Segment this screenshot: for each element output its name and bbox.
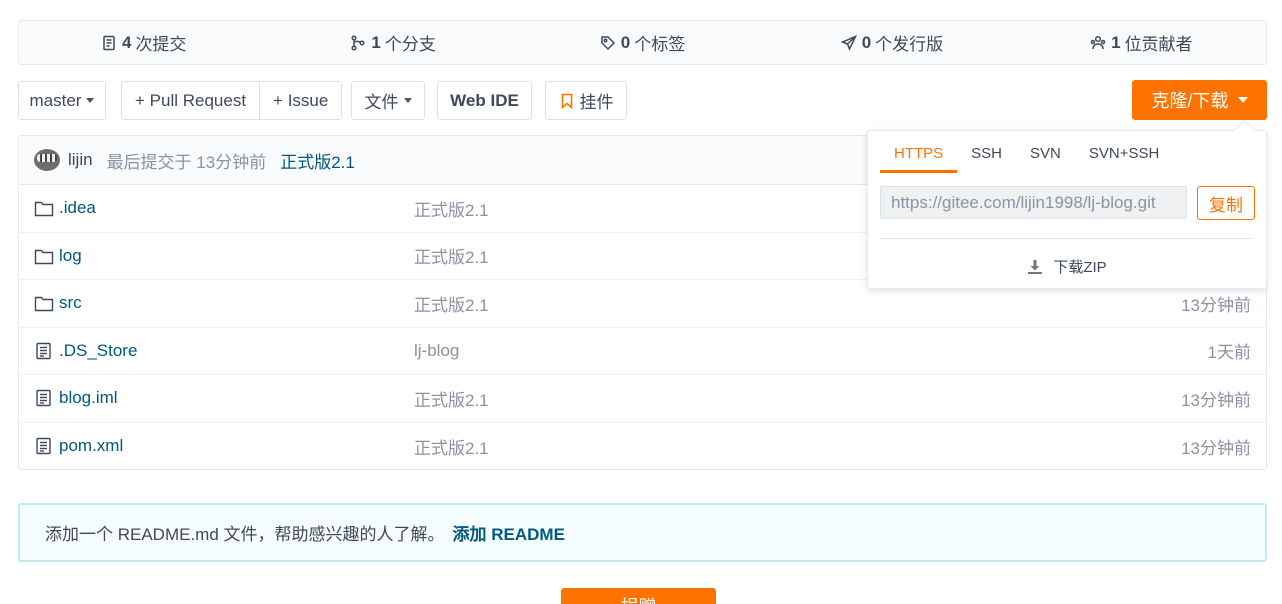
file-icon	[36, 438, 51, 455]
download-icon	[1028, 259, 1043, 274]
file-link[interactable]: src	[34, 293, 82, 313]
stat-tags-count: 0	[620, 32, 631, 52]
file-commit-message[interactable]: 正式版2.1	[414, 243, 489, 268]
commit-time: 最后提交于 13分钟前	[106, 152, 267, 172]
file-name-label: pom.xml	[59, 436, 124, 456]
web-ide-button[interactable]: Web IDE	[437, 81, 532, 120]
stat-commits-label: 次提交	[135, 35, 187, 54]
tab-https[interactable]: HTTPS	[880, 141, 958, 173]
file-name-label: blog.iml	[59, 388, 118, 408]
avatar[interactable]	[34, 149, 60, 171]
widget-label: 挂件	[579, 93, 614, 112]
new-issue-button[interactable]: + Issue	[259, 82, 341, 119]
file-commit-time: 13分钟前	[1181, 295, 1251, 315]
tab-ssh[interactable]: SSH	[957, 141, 1016, 173]
stat-branches-label: 个分支	[384, 35, 436, 54]
file-name-label: log	[59, 245, 82, 265]
tab-svn-ssh[interactable]: SVN+SSH	[1075, 141, 1173, 173]
file-commit-message[interactable]: 正式版2.1	[414, 386, 489, 411]
tab-svn[interactable]: SVN	[1016, 141, 1075, 173]
file-name-label: src	[59, 293, 82, 313]
release-icon	[840, 34, 857, 51]
file-link[interactable]: .idea	[34, 198, 96, 218]
stat-contributors-count: 1	[1111, 32, 1121, 52]
branch-select-label: master	[29, 90, 82, 110]
readme-banner-text: 添加一个 README.md 文件，帮助感兴趣的人了解。	[45, 525, 445, 544]
file-icon	[36, 342, 51, 359]
clone-url-input[interactable]	[880, 186, 1187, 219]
file-commit-message[interactable]: lj-blog	[414, 341, 459, 361]
download-zip-button[interactable]: 下载ZIP	[868, 256, 1266, 277]
chevron-down-icon	[403, 98, 412, 103]
stat-tags-label: 个标签	[634, 35, 686, 54]
stat-releases-label: 个发行版	[875, 35, 944, 54]
commit-icon	[103, 35, 115, 50]
file-icon	[36, 390, 51, 407]
file-commit-message[interactable]: 正式版2.1	[414, 434, 489, 459]
tag-icon	[601, 35, 615, 50]
repo-stats-bar: 4 次提交 1 个分支 0 个标签 0 个发行版 1 位贡献者	[18, 20, 1267, 65]
chevron-down-icon	[1237, 97, 1248, 103]
file-row: pom.xml 正式版2.1 13分钟前	[19, 423, 1266, 471]
stat-commits[interactable]: 4 次提交	[19, 30, 268, 55]
file-commit-message[interactable]: 正式版2.1	[414, 196, 489, 221]
clone-download-label: 克隆/下载	[1151, 91, 1229, 111]
divider	[880, 238, 1254, 239]
file-name-label: .idea	[59, 198, 96, 218]
widget-button[interactable]: 挂件	[545, 81, 627, 120]
file-commit-time: 13分钟前	[1181, 390, 1251, 410]
clone-download-button[interactable]: 克隆/下载	[1132, 80, 1267, 120]
file-menu-label: 文件	[364, 93, 399, 112]
folder-icon	[34, 297, 54, 312]
commit-message[interactable]: 正式版2.1	[280, 148, 355, 173]
branch-icon	[351, 34, 365, 51]
copy-url-button[interactable]: 复制	[1197, 186, 1255, 220]
download-zip-label: 下载ZIP	[1053, 259, 1107, 276]
stat-branches-count: 1	[371, 32, 381, 52]
chevron-down-icon	[86, 98, 95, 103]
stat-contributors[interactable]: 1 位贡献者	[1017, 30, 1266, 55]
folder-icon	[34, 249, 54, 264]
stat-tags[interactable]: 0 个标签	[518, 30, 767, 55]
folder-icon	[34, 202, 54, 217]
readme-banner: 添加一个 README.md 文件，帮助感兴趣的人了解。 添加 README	[18, 503, 1267, 562]
file-link[interactable]: blog.iml	[34, 388, 118, 408]
contributors-icon	[1090, 35, 1106, 49]
file-link[interactable]: .DS_Store	[34, 341, 137, 361]
file-link[interactable]: pom.xml	[34, 436, 123, 456]
stat-branches[interactable]: 1 个分支	[268, 30, 517, 55]
clone-dropdown: HTTPS SSH SVN SVN+SSH 复制 下载ZIP	[867, 130, 1267, 289]
file-commit-message[interactable]: 正式版2.1	[414, 291, 489, 316]
bookmark-icon	[561, 93, 572, 109]
file-link[interactable]: log	[34, 246, 82, 266]
branch-select[interactable]: master	[18, 81, 106, 120]
commit-author[interactable]: lijin	[68, 150, 93, 170]
file-row: blog.iml 正式版2.1 13分钟前	[19, 375, 1266, 423]
file-commit-time: 13分钟前	[1181, 438, 1251, 458]
donate-button[interactable]: 捐赠	[561, 588, 716, 604]
stat-releases-count: 0	[861, 32, 872, 52]
create-button-group: + Pull Request + Issue	[121, 81, 343, 120]
stat-commits-count: 4	[121, 32, 132, 52]
clone-protocol-tabs: HTTPS SSH SVN SVN+SSH	[880, 141, 1173, 173]
file-commit-time: 1天前	[1207, 343, 1251, 363]
add-readme-link[interactable]: 添加 README	[453, 520, 565, 545]
file-row: .DS_Store lj-blog 1天前	[19, 328, 1266, 375]
file-name-label: .DS_Store	[59, 340, 138, 360]
new-pull-request-button[interactable]: + Pull Request	[122, 82, 259, 119]
stat-releases[interactable]: 0 个发行版	[767, 30, 1016, 55]
file-menu-button[interactable]: 文件	[351, 81, 425, 120]
stat-contributors-label: 位贡献者	[1124, 35, 1193, 54]
